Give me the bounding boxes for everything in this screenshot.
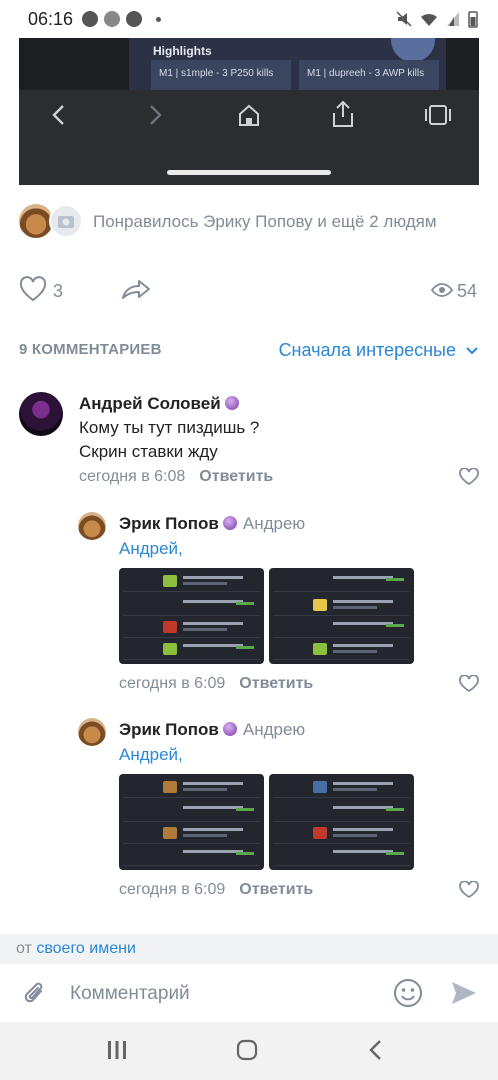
- post-image[interactable]: Highlights M1 | s1mple - 3 P250 kills M1…: [19, 38, 479, 185]
- back-nav-icon[interactable]: [368, 1039, 384, 1061]
- attachment-image[interactable]: [269, 568, 414, 664]
- comment-time: сегодня в 6:09: [119, 675, 226, 692]
- share-icon: [333, 100, 353, 127]
- mute-icon: [396, 11, 412, 27]
- post-actions: 3 54: [19, 272, 479, 308]
- heart-icon[interactable]: [459, 468, 479, 486]
- badge-icon: [222, 516, 237, 530]
- reply-button[interactable]: Ответить: [199, 468, 273, 485]
- wifi-icon: [421, 13, 437, 26]
- forward-chevron-icon: [150, 105, 162, 125]
- comments-count: 9 КОММЕНТАРИЕВ: [19, 341, 162, 358]
- recents-icon[interactable]: [106, 1040, 128, 1060]
- comment-text: Кому ты тут пиздишь ?: [79, 418, 260, 437]
- attachment-image[interactable]: [119, 568, 264, 664]
- heart-icon[interactable]: [459, 675, 479, 693]
- home-nav-icon[interactable]: [236, 1039, 258, 1061]
- notification-icon: [82, 11, 98, 27]
- sender-name[interactable]: своего имени: [36, 940, 136, 957]
- back-chevron-icon: [52, 105, 64, 125]
- sort-dropdown[interactable]: Сначала интересные: [279, 340, 479, 361]
- views-eye-icon: [431, 283, 453, 297]
- reply-button[interactable]: Ответить: [239, 881, 313, 898]
- comment-attachments: [119, 568, 414, 664]
- image-home-bar: [167, 170, 331, 175]
- avatar[interactable]: [78, 718, 106, 746]
- reply-button[interactable]: Ответить: [239, 675, 313, 692]
- attachment-image[interactable]: [269, 774, 414, 870]
- comment-attachments: [119, 774, 414, 870]
- heart-icon[interactable]: [19, 276, 47, 302]
- emoji-icon[interactable]: [393, 978, 423, 1008]
- reply-to[interactable]: Андрею: [243, 514, 305, 533]
- comment-text: Скрин ставки жду: [79, 442, 218, 461]
- avatar: [49, 204, 83, 238]
- mention-link[interactable]: Андрей,: [119, 539, 183, 559]
- comment: Андрей Соловей Кому ты тут пиздишь ? Скр…: [19, 392, 479, 492]
- send-icon[interactable]: [450, 979, 478, 1007]
- comments-header: 9 КОММЕНТАРИЕВ Сначала интересные: [19, 340, 479, 365]
- view-count: 54: [457, 281, 478, 301]
- image-highlights-label: Highlights: [153, 44, 212, 58]
- more-dot-icon: [156, 16, 161, 22]
- battery-icon: [468, 11, 478, 28]
- heart-icon[interactable]: [459, 881, 479, 899]
- comment-author[interactable]: Андрей Соловей: [79, 394, 221, 413]
- likers-text: Понравилось Эрику Попову и ещё 2 людям: [93, 212, 437, 231]
- home-icon: [239, 104, 259, 126]
- attach-paperclip-icon[interactable]: [22, 978, 48, 1008]
- signal-icon: [447, 12, 459, 26]
- camera-icon: [58, 216, 74, 228]
- tabs-icon: [425, 105, 451, 125]
- comment-time: сегодня в 6:08: [79, 468, 186, 485]
- notification-icon: [126, 11, 142, 27]
- system-navigation: [0, 1022, 498, 1080]
- comment-input[interactable]: Комментарий: [70, 983, 190, 1005]
- badge-icon: [222, 722, 237, 736]
- mention-link[interactable]: Андрей,: [119, 745, 183, 765]
- system-icons: [396, 10, 478, 28]
- sender-selector[interactable]: от своего имени: [0, 934, 498, 964]
- image-highlight-card: M1 | dupreeh - 3 AWP kills: [299, 60, 439, 90]
- attachment-image[interactable]: [119, 774, 264, 870]
- chevron-down-icon: [466, 347, 478, 355]
- sort-label: Сначала интересные: [278, 340, 456, 360]
- comment-time: сегодня в 6:09: [119, 881, 226, 898]
- likers-row[interactable]: Понравилось Эрику Попову и ещё 2 людям: [19, 204, 489, 240]
- notification-icon: [104, 11, 120, 27]
- comment-author[interactable]: Эрик Попов: [119, 720, 219, 739]
- avatar: [19, 204, 53, 238]
- status-bar: 06:16: [0, 0, 498, 38]
- comment-reply: Эрик Попов Андрею Андрей, сегодня в 6:09 О…: [78, 512, 479, 693]
- sender-prefix: от: [16, 940, 32, 957]
- reply-to[interactable]: Андрею: [243, 720, 305, 739]
- image-highlight-card: M1 | s1mple - 3 P250 kills: [151, 60, 291, 90]
- comment-author[interactable]: Эрик Попов: [119, 514, 219, 533]
- comment-composer: Комментарий: [0, 964, 498, 1022]
- like-count: 3: [53, 281, 64, 301]
- avatar[interactable]: [78, 512, 106, 540]
- repost-icon[interactable]: [121, 278, 151, 300]
- badge-icon: [224, 396, 239, 410]
- comment-reply: Эрик Попов Андрею Андрей, сегодня в 6:09 О…: [78, 718, 479, 904]
- status-time: 06:16: [28, 9, 74, 29]
- notification-icons: [82, 11, 161, 27]
- avatar[interactable]: [19, 392, 63, 436]
